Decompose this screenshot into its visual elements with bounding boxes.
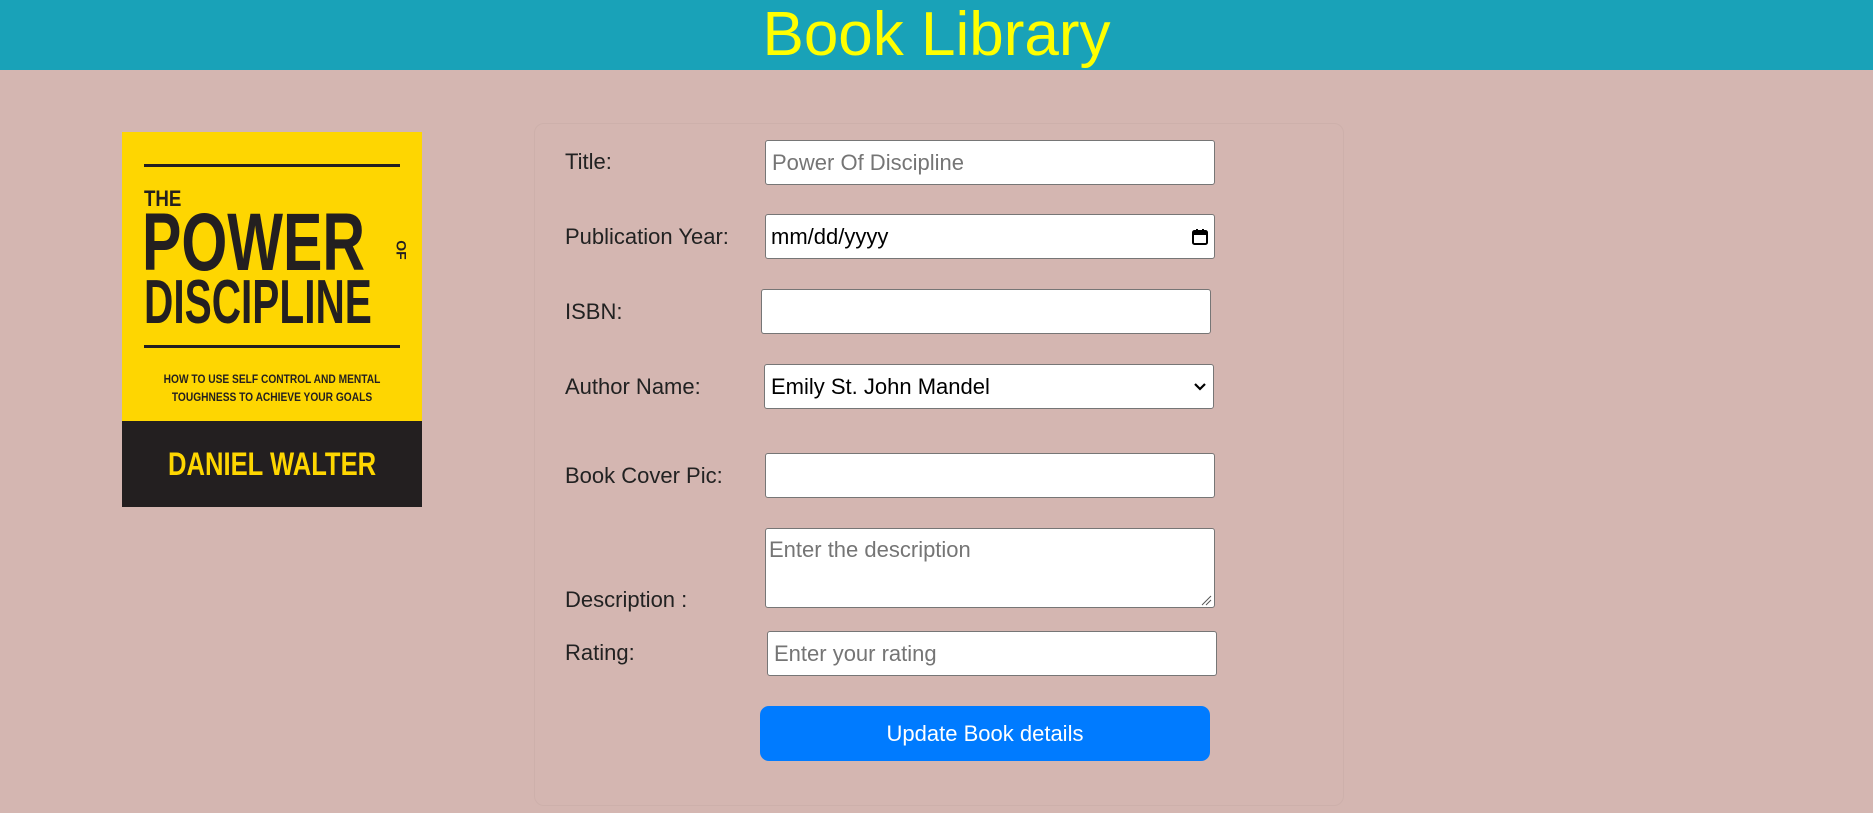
rating-input[interactable] [767,631,1217,676]
cover-top-panel: THE POWER OF DISCIPLINE HOW TO USE SELF … [122,132,422,421]
description-label: Description : [565,587,688,612]
publication-year-value: mm/dd/yyyy [771,223,889,249]
cover-rule-bottom [144,345,400,348]
chevron-down-icon [1194,382,1206,391]
cover-tagline: HOW TO USE SELF CONTROL AND MENTAL TOUGH… [145,370,400,406]
cover-bottom-panel: DANIEL WALTER [122,421,422,507]
description-textarea[interactable] [765,528,1215,608]
author-name-select[interactable]: Emily St. John Mandel [764,364,1214,409]
page-title: Book Library [762,0,1111,69]
book-cover-image: THE POWER OF DISCIPLINE HOW TO USE SELF … [122,132,422,507]
isbn-input[interactable] [761,289,1211,334]
cover-tagline-line-1: HOW TO USE SELF CONTROL AND MENTAL [163,372,381,386]
publication-year-label: Publication Year: [565,224,729,249]
author-name-selected: Emily St. John Mandel [771,373,990,399]
title-input[interactable] [765,140,1215,185]
page-header: Book Library [0,0,1873,70]
book-cover-pic-input[interactable] [765,453,1215,498]
cover-author: DANIEL WALTER [167,445,377,482]
isbn-label: ISBN: [565,299,623,324]
cover-rule-top [144,164,400,167]
calendar-icon[interactable] [1191,228,1209,246]
author-name-label: Author Name: [565,374,701,399]
title-label: Title: [565,149,612,174]
resize-grip-icon[interactable] [1200,594,1212,606]
rating-label: Rating: [565,640,635,665]
book-cover-pic-label: Book Cover Pic: [565,463,723,488]
cover-text-of: OF [393,240,410,260]
cover-text-discipline: DISCIPLINE [144,268,372,337]
update-book-button[interactable]: Update Book details [760,706,1210,761]
publication-year-input[interactable]: mm/dd/yyyy [765,214,1215,259]
cover-tagline-line-2: TOUGHNESS TO ACHIEVE YOUR GOALS [171,390,373,404]
